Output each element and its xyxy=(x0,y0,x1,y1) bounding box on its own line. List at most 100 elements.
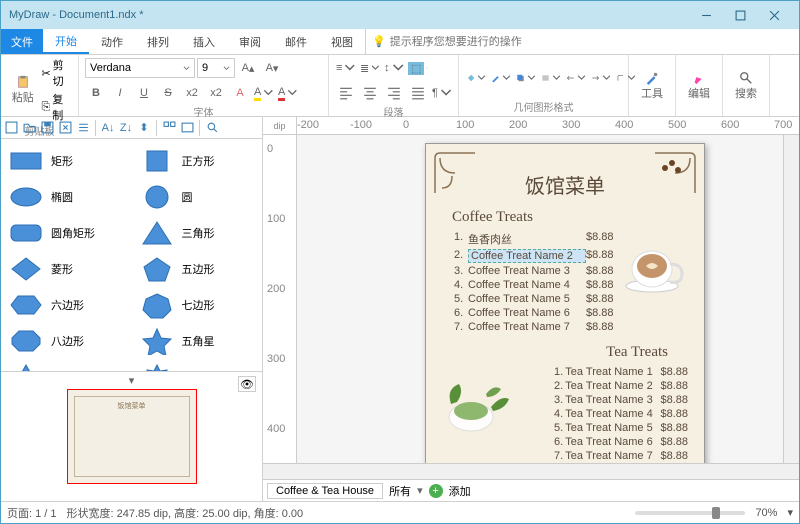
highlight-button[interactable]: A xyxy=(253,82,275,104)
zoom-level[interactable]: 70% xyxy=(755,507,777,519)
sort-size-icon[interactable]: ⬍ xyxy=(136,120,152,136)
shape-tri[interactable]: 三角形 xyxy=(136,217,259,249)
menu-item[interactable]: 6.Coffee Treat Name 6$8.88 xyxy=(442,306,688,320)
arrow-end-button[interactable] xyxy=(590,67,612,89)
page-thumbnail[interactable]: 饭馆菜单 xyxy=(67,389,197,484)
menu-tab-1[interactable]: 动作 xyxy=(89,29,135,54)
new-stencil-icon[interactable] xyxy=(3,120,19,136)
underline-button[interactable]: U xyxy=(133,82,155,104)
menu-item[interactable]: 6.Tea Treat Name 6$8.88 xyxy=(542,435,688,449)
fill-button[interactable] xyxy=(465,67,487,89)
menu-tab-4[interactable]: 审阅 xyxy=(227,29,273,54)
shape-circ[interactable]: 圆 xyxy=(136,181,259,213)
sort-az-icon[interactable]: A↓ xyxy=(100,120,116,136)
menu-item[interactable]: 7.Coffee Treat Name 7$8.88 xyxy=(442,320,688,334)
shape-icon xyxy=(138,147,176,175)
line-spacing-button[interactable]: ↕ xyxy=(383,57,405,79)
section-tea[interactable]: Tea Treats xyxy=(452,344,668,361)
edit-button[interactable]: 编辑 xyxy=(682,66,716,106)
save-stencil-icon[interactable] xyxy=(39,120,55,136)
visibility-toggle[interactable]: 👁 xyxy=(238,376,256,392)
arrow-start-button[interactable] xyxy=(565,67,587,89)
cut-button[interactable]: ✂剪切 xyxy=(41,57,72,89)
shape-icon xyxy=(7,219,45,247)
menu-item[interactable]: 5.Tea Treat Name 5$8.88 xyxy=(542,421,688,435)
tools-button[interactable]: 工具 xyxy=(635,66,669,106)
filter-dropdown[interactable]: 所有 xyxy=(389,483,411,499)
search-button[interactable]: 搜索 xyxy=(729,66,763,106)
menu-item[interactable]: 2.Tea Treat Name 2$8.88 xyxy=(542,379,688,393)
shape-sq[interactable]: 正方形 xyxy=(136,145,259,177)
search-stencil-icon[interactable] xyxy=(204,120,220,136)
horizontal-scrollbar[interactable] xyxy=(263,463,799,479)
zoom-dropdown-icon[interactable]: ▾ xyxy=(787,506,793,519)
shape-hept[interactable]: 七边形 xyxy=(136,289,259,321)
paste-button[interactable]: 粘贴 xyxy=(7,70,38,110)
list-view-icon[interactable] xyxy=(75,120,91,136)
shading-button[interactable]: ⬚ xyxy=(407,57,429,79)
close-stencil-icon[interactable] xyxy=(57,120,73,136)
font-size-select[interactable]: 9 xyxy=(197,58,235,78)
minimize-button[interactable] xyxy=(689,1,723,29)
clear-format-button[interactable]: A xyxy=(229,82,251,104)
search-input[interactable] xyxy=(390,36,793,48)
subscript-button[interactable]: x2 xyxy=(181,82,203,104)
add-page-button[interactable]: + xyxy=(429,484,443,498)
menu-item[interactable]: 1.Tea Treat Name 1$8.88 xyxy=(542,365,688,379)
detail-view-icon[interactable] xyxy=(179,120,195,136)
justify-button[interactable] xyxy=(407,82,429,104)
shape-star7[interactable]: 七芒星 xyxy=(136,361,259,371)
shape-star5[interactable]: 五角星 xyxy=(136,325,259,357)
align-right-button[interactable] xyxy=(383,82,405,104)
zoom-slider[interactable] xyxy=(635,511,745,515)
font-color-button[interactable]: A xyxy=(277,82,299,104)
close-button[interactable] xyxy=(757,1,791,29)
shape-ell[interactable]: 椭圆 xyxy=(5,181,128,213)
font-name-select[interactable]: Verdana xyxy=(85,58,195,78)
maximize-button[interactable] xyxy=(723,1,757,29)
shape-oct[interactable]: 八边形 xyxy=(5,325,128,357)
shape-label: 圆角矩形 xyxy=(51,225,95,241)
menu-item[interactable]: 3.Tea Treat Name 3$8.88 xyxy=(542,393,688,407)
menu-tab-6[interactable]: 视图 xyxy=(319,29,365,54)
shape-rrect[interactable]: 圆角矩形 xyxy=(5,217,128,249)
shape-rect[interactable]: 矩形 xyxy=(5,145,128,177)
grow-font-button[interactable]: A▴ xyxy=(237,57,259,79)
drawing-surface[interactable]: 饭馆菜单 Coffee Treats 1.鱼香肉丝$8.882.Coffee T… xyxy=(297,135,783,463)
pilcrow-button[interactable]: ¶ xyxy=(431,82,453,104)
shape-pent[interactable]: 五边形 xyxy=(136,253,259,285)
shrink-font-button[interactable]: A▾ xyxy=(261,57,283,79)
grip-icon[interactable]: ▾ xyxy=(129,374,135,387)
menu-item[interactable]: 5.Coffee Treat Name 5$8.88 xyxy=(442,292,688,306)
menu-tab-0[interactable]: 开始 xyxy=(43,29,89,54)
shape-label: 三角形 xyxy=(182,225,215,241)
open-stencil-icon[interactable] xyxy=(21,120,37,136)
shadow-button[interactable] xyxy=(515,67,537,89)
menu-item[interactable]: 4.Tea Treat Name 4$8.88 xyxy=(542,407,688,421)
shape-star6[interactable]: 六角星 xyxy=(5,361,128,371)
shape-hex[interactable]: 六边形 xyxy=(5,289,128,321)
italic-button[interactable]: I xyxy=(109,82,131,104)
align-center-button[interactable] xyxy=(359,82,381,104)
line-color-button[interactable] xyxy=(490,67,512,89)
file-tab[interactable]: 文件 xyxy=(1,29,43,54)
menu-item[interactable]: 7.Tea Treat Name 7$8.88 xyxy=(542,449,688,463)
thumbnail-view-icon[interactable] xyxy=(161,120,177,136)
menu-tab-5[interactable]: 邮件 xyxy=(273,29,319,54)
tell-me-search[interactable]: 💡 xyxy=(365,29,799,54)
numbering-button[interactable]: ≣ xyxy=(359,57,381,79)
bullets-button[interactable]: ≡ xyxy=(335,57,357,79)
bold-button[interactable]: B xyxy=(85,82,107,104)
shape-diam[interactable]: 菱形 xyxy=(5,253,128,285)
page-tab[interactable]: Coffee & Tea House xyxy=(267,483,383,499)
section-coffee[interactable]: Coffee Treats xyxy=(452,209,688,226)
align-left-button[interactable] xyxy=(335,82,357,104)
line-style-button[interactable] xyxy=(540,67,562,89)
strike-button[interactable]: S xyxy=(157,82,179,104)
sort-za-icon[interactable]: Z↓ xyxy=(118,120,134,136)
menu-tab-2[interactable]: 排列 xyxy=(135,29,181,54)
menu-tab-3[interactable]: 插入 xyxy=(181,29,227,54)
vertical-scrollbar[interactable] xyxy=(783,135,799,463)
document-page[interactable]: 饭馆菜单 Coffee Treats 1.鱼香肉丝$8.882.Coffee T… xyxy=(425,143,705,463)
superscript-button[interactable]: x2 xyxy=(205,82,227,104)
